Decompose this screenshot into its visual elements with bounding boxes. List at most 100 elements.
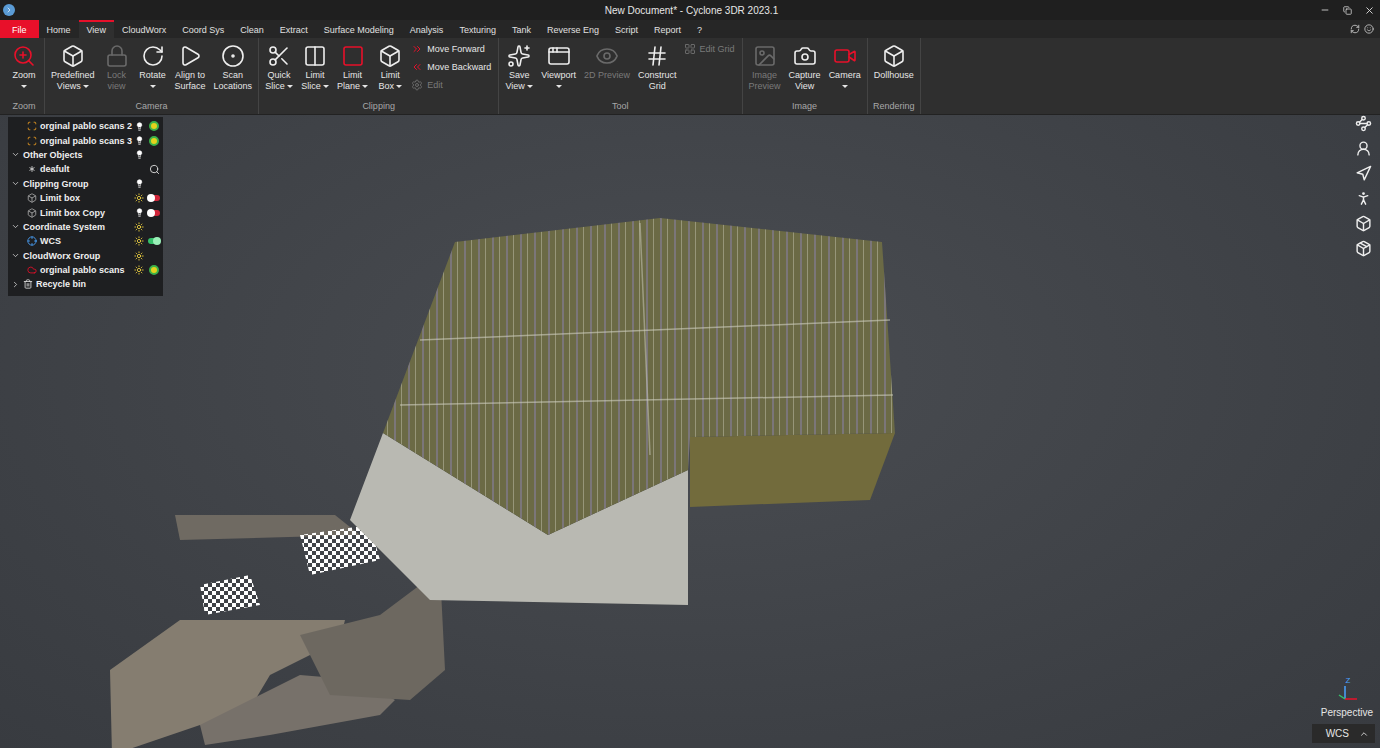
close-icon[interactable] [1358,0,1380,20]
menu-tab[interactable]: Coord Sys [174,20,232,38]
expand-chevron-icon[interactable] [11,251,20,260]
refresh-icon[interactable] [1350,24,1360,34]
navigation-tool-icon[interactable] [1355,165,1372,182]
bulb-icon[interactable] [135,208,144,217]
point-cloud-view[interactable] [0,115,1380,748]
ribbon-icon-wrap [793,42,817,70]
menu-tab[interactable]: Extract [272,20,316,38]
tree-row[interactable]: Coordinate System [8,220,163,234]
tree-row[interactable]: Limit box Copy [8,205,163,219]
menu-tab[interactable]: Tank [504,20,539,38]
ribbon-button[interactable]: Lockview [100,41,134,93]
tree-item-icon [27,193,37,203]
tree-row[interactable]: Limit box [8,191,163,205]
ribbon-small-button[interactable]: Move Forward [411,43,491,55]
ribbon-button[interactable]: ImagePreview [746,41,784,93]
tree-row[interactable]: orginal pablo scans 3 [8,133,163,147]
ribbon-button[interactable]: Align toSurface [172,41,209,93]
menu-tab[interactable]: Clean [232,20,272,38]
tree-row[interactable]: orginal pablo scans 2 [8,119,163,133]
sun-icon[interactable] [134,251,144,261]
ribbon-group-row: SaveViewViewport2D PreviewConstructGrid E… [502,41,738,99]
bulb-icon[interactable] [135,136,144,145]
ribbon-button[interactable]: ConstructGrid [635,41,680,93]
ribbon-button[interactable]: PredefinedViews [48,41,98,93]
tree-row[interactable]: Clipping Group [8,177,163,191]
expand-chevron-icon[interactable] [11,179,20,188]
tree-row[interactable]: WCS [8,234,163,248]
ribbon-button[interactable]: QuickSlice [262,41,296,93]
ribbon-button[interactable]: SaveView [502,41,536,93]
menu-tab[interactable]: Analysis [402,20,452,38]
ribbon-button[interactable]: ScanLocations [211,41,256,93]
navigation-tool-icon[interactable] [1355,190,1372,207]
bulb-icon[interactable] [135,150,144,159]
coordinate-system-select[interactable]: WCS [1312,724,1375,743]
ribbon-button-label: Edit [427,80,443,90]
navigation-tool-icon[interactable] [1355,240,1372,257]
bulb-icon[interactable] [135,122,144,131]
ribbon-icon-wrap [303,42,327,70]
restore-icon[interactable] [1336,0,1358,20]
toggle-switch[interactable] [148,195,160,201]
ribbon-button-label: Dollhouse [874,70,914,81]
lamp-slot [133,208,145,217]
ribbon-button-icon [411,61,423,73]
menu-tab[interactable]: Home [39,20,79,38]
minimize-icon[interactable] [1314,0,1336,20]
menu-tab[interactable]: CloudWorx [114,20,174,38]
badge-slot [148,121,160,131]
menu-tab[interactable]: Reverse Eng [539,20,607,38]
sun-icon[interactable] [134,265,144,275]
menu-tab[interactable]: Texturing [451,20,504,38]
menu-icons [1350,20,1380,38]
lamp-slot [133,222,145,232]
search-icon[interactable] [149,164,160,175]
toggle-switch[interactable] [148,210,160,216]
ribbon-button[interactable]: LimitSlice [298,41,332,93]
ribbon-button[interactable]: 2D Preview [581,41,633,93]
feedback-icon[interactable] [1364,24,1374,34]
menu-tab[interactable]: Script [607,20,646,38]
menu-tab[interactable]: Surface Modeling [316,20,402,38]
navigation-tool-icon[interactable] [1355,115,1372,132]
navigation-tool-icon[interactable] [1355,140,1372,157]
toggle-switch[interactable] [148,238,160,244]
ribbon-small-button[interactable]: Edit [411,79,491,91]
ribbon-icon-wrap [221,42,245,70]
ribbon-small-button[interactable]: Move Backward [411,61,491,73]
ribbon-button[interactable]: LimitPlane [334,41,371,93]
tree-row[interactable]: Other Objects [8,148,163,162]
menu-tab[interactable]: ? [689,20,710,38]
ribbon-button[interactable]: LimitBox [373,41,407,93]
sun-icon[interactable] [134,236,144,246]
expand-chevron-icon[interactable] [11,150,20,159]
ribbon-button-label: View [505,81,532,92]
menu-tab[interactable]: Report [646,20,689,38]
collapse-chevron-icon[interactable] [11,280,20,289]
navigation-tool-icon[interactable] [1355,215,1372,232]
menu-tab[interactable]: View [79,20,114,38]
tree-row[interactable]: orginal pablo scans [8,263,163,277]
sun-icon[interactable] [134,193,144,203]
tree-row[interactable]: Recycle bin [8,277,163,291]
viewport[interactable]: orginal pablo scans 2orginal pablo scans… [0,115,1380,748]
ribbon-button[interactable]: CaptureView [786,41,824,93]
expand-chevron-icon[interactable] [11,222,20,231]
ribbon-button[interactable]: Rotate [136,41,170,93]
bulb-icon[interactable] [135,179,144,188]
building-cloud [350,218,895,605]
ribbon-button[interactable]: Zoom [7,41,41,93]
ribbon-button-icon [793,44,817,68]
menu-tab[interactable]: File [0,20,39,38]
tree-row[interactable]: CloudWorx Group [8,249,163,263]
ribbon-button[interactable]: Viewport [538,41,579,93]
sun-icon[interactable] [134,222,144,232]
ribbon-button-label: Lock [107,70,126,81]
tree-item-icon [23,279,33,289]
ribbon-small-button[interactable]: Edit Grid [684,43,735,55]
tree-row[interactable]: deafult [8,162,163,176]
ribbon-button[interactable]: Camera [826,41,864,93]
ribbon-button[interactable]: Dollhouse [871,41,917,93]
ribbon-icon-wrap [178,42,202,70]
